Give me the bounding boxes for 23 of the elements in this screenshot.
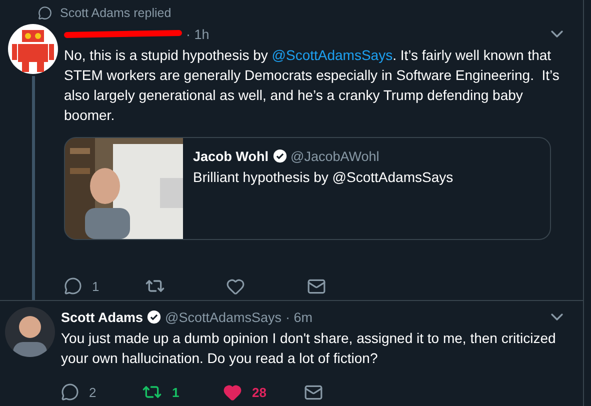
tweet-text: Brilliant hypothesis by @ScottAdamsSays [193, 169, 454, 185]
tweet-time[interactable]: · 6m [286, 310, 313, 324]
reply-icon [38, 6, 52, 20]
quoted-tweet[interactable]: Jacob Wohl @JacobAWohl Brilliant hypothesis by @ScottAdamsSays [64, 137, 551, 240]
like-icon[interactable] [223, 382, 242, 402]
tweet-text: No, this is a stupid hypothesis by @ScottAdamsSays. It’s fairly well known that STEM workers are generally Democrats especially in Software Engineering. It’s also largely generational as well, and he’s a cranky Trump defending baby boomer. [64, 46, 560, 125]
author-handle: @JacobAWohl [290, 148, 380, 164]
author-name: Jacob Wohl [193, 148, 269, 164]
like-count: 28 [252, 384, 266, 400]
tweet-time[interactable]: · 1h [186, 26, 210, 42]
like-icon[interactable] [226, 276, 245, 296]
reply-count: 1 [92, 278, 100, 294]
mention-link[interactable]: @ScottAdamsSays [272, 47, 393, 63]
reply-icon[interactable] [64, 277, 82, 295]
author-name[interactable]: Scott Adams [61, 310, 144, 324]
reply-context: Scott Adams replied [60, 6, 172, 20]
reply-icon[interactable] [61, 383, 79, 401]
message-icon[interactable] [307, 276, 326, 296]
retweet-count: 1 [172, 384, 180, 400]
author-handle: @ScottAdamsSays [165, 310, 282, 324]
reply-count: 2 [89, 384, 96, 400]
tweet-text: You just made up a dumb opinion I don't share, assigned it to me, then criticized your own hallucination. Do you read a lot of fiction? [61, 329, 557, 368]
message-icon[interactable] [304, 382, 323, 402]
